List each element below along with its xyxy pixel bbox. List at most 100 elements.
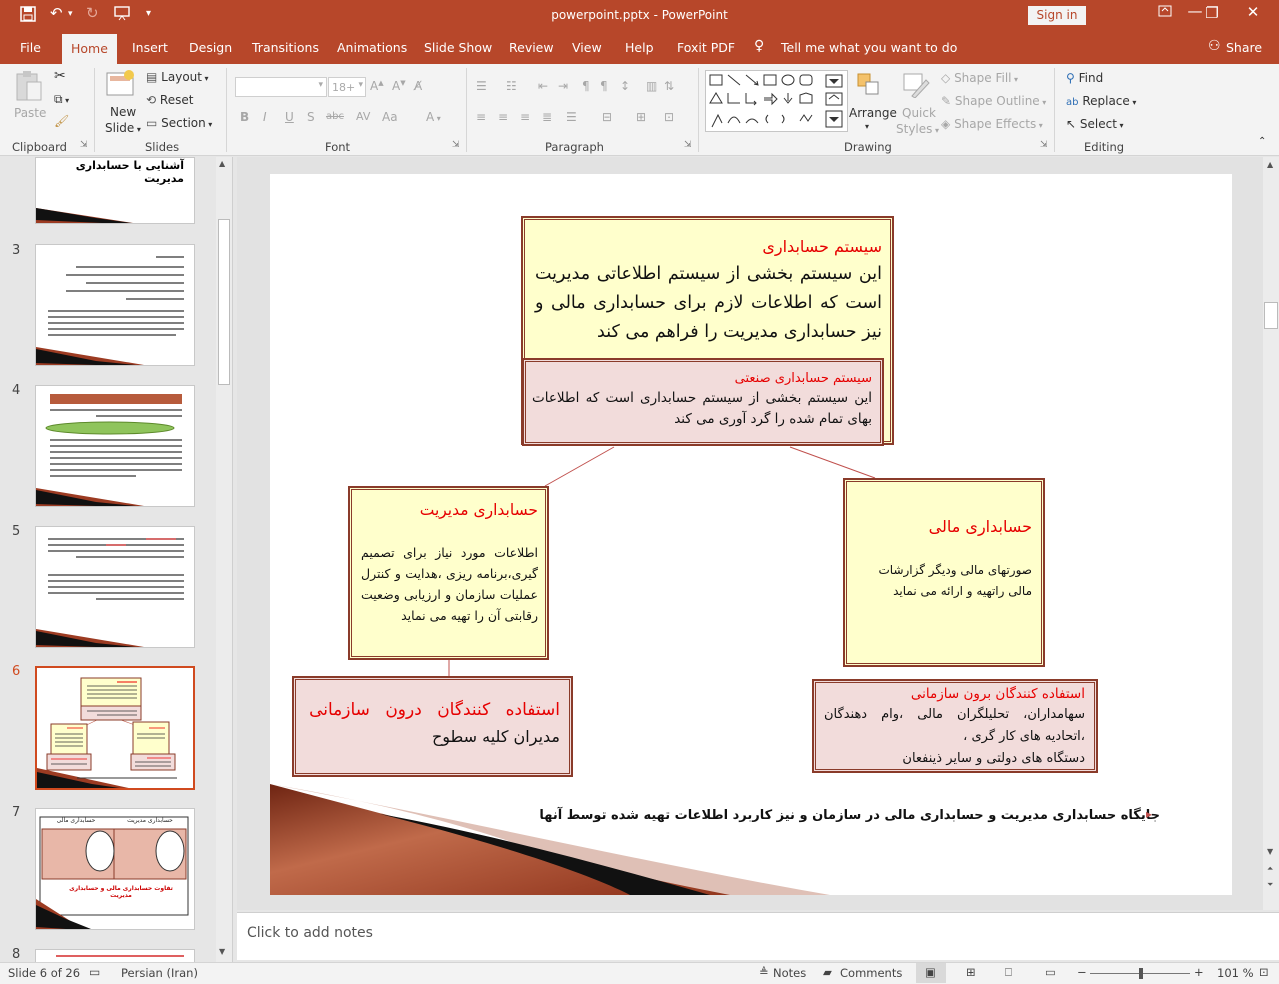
share-person-icon[interactable]: ⚇ xyxy=(1208,38,1221,54)
share-button[interactable]: Share xyxy=(1226,40,1262,55)
thumbnail-slide-5[interactable] xyxy=(35,526,195,648)
zoom-slider-handle[interactable] xyxy=(1139,968,1143,979)
tab-animations[interactable]: Animations xyxy=(337,40,407,55)
tab-review[interactable]: Review xyxy=(509,40,554,55)
convert-smartart-icon[interactable]: ⊡ xyxy=(664,110,674,124)
text-direction-icon[interactable]: ⇅ xyxy=(664,79,674,93)
thumbnail-slide-2[interactable]: آشنایی با حسابداری مدیریت xyxy=(35,157,195,224)
align-text-icon[interactable]: ⊟ xyxy=(602,110,612,124)
layout-button[interactable]: ▤ Layout ▾ xyxy=(146,70,209,84)
tab-slide-show[interactable]: Slide Show xyxy=(424,40,492,55)
slide-scrollbar[interactable]: ▲ ▼ ⏶ ⏷ xyxy=(1263,157,1279,910)
shape-outline-button[interactable]: ✎ Shape Outline ▾ xyxy=(941,94,1046,108)
align-center-icon[interactable]: ≡ xyxy=(498,110,508,124)
new-slide-icon[interactable] xyxy=(105,69,137,102)
slideshow-view-icon[interactable]: ▭ xyxy=(1045,965,1056,979)
slide-sorter-icon[interactable]: ⊞ xyxy=(966,965,976,979)
quick-styles-icon[interactable] xyxy=(902,72,930,101)
cut-icon[interactable]: ✂ xyxy=(54,68,66,84)
ribbon-display-options-icon[interactable] xyxy=(1150,4,1180,22)
scroll-down-icon[interactable]: ▼ xyxy=(1267,847,1273,856)
arrange-button[interactable]: Arrange xyxy=(849,106,897,120)
notes-toggle-icon[interactable]: ≜ xyxy=(759,965,769,979)
language-indicator[interactable]: Persian (Iran) xyxy=(121,966,198,980)
comments-button[interactable]: Comments xyxy=(840,966,902,980)
format-painter-icon[interactable]: 🖌 xyxy=(54,114,69,128)
numbering-icon[interactable]: ☷ xyxy=(506,79,517,93)
thumbnail-scrollbar[interactable]: ▲ ▼ xyxy=(216,157,232,962)
paste-icon[interactable] xyxy=(14,70,44,107)
arrange-icon[interactable] xyxy=(856,72,882,101)
line-spacing-icon[interactable]: ↕ xyxy=(620,79,630,93)
italic-icon[interactable]: I xyxy=(263,110,267,124)
new-slide-label-1[interactable]: New xyxy=(110,105,136,119)
distributed-icon[interactable]: ☰ xyxy=(566,110,577,124)
font-color-icon[interactable]: A ▾ xyxy=(426,110,441,124)
slide-caption[interactable]: جایگاه حسابداری مدیریت و حسابداری مالی د… xyxy=(539,808,1160,823)
paste-button[interactable]: Paste xyxy=(14,106,46,120)
decrease-font-icon[interactable]: A▼ xyxy=(392,79,406,93)
find-button[interactable]: ⚲ Find xyxy=(1066,71,1103,85)
previous-slide-icon[interactable]: ⏶ xyxy=(1267,864,1273,874)
thumbnail-slide-3[interactable] xyxy=(35,244,195,366)
tab-help[interactable]: Help xyxy=(625,40,654,55)
strikethrough-icon[interactable]: abc xyxy=(326,111,344,122)
tab-transitions[interactable]: Transitions xyxy=(252,40,319,55)
comments-icon[interactable]: ▰ xyxy=(823,965,832,979)
quick-styles-label-1[interactable]: Quick xyxy=(902,106,936,120)
align-left-icon[interactable]: ≡ xyxy=(476,110,486,124)
reset-button[interactable]: ⟲ Reset xyxy=(146,93,193,107)
smartart-icon[interactable]: ⊞ xyxy=(636,110,646,124)
columns-icon[interactable]: ▥ xyxy=(646,79,657,93)
shape-effects-button[interactable]: ◈ Shape Effects ▾ xyxy=(941,117,1043,131)
scroll-down-icon[interactable]: ▼ xyxy=(219,947,225,956)
increase-font-icon[interactable]: A▲ xyxy=(370,79,384,93)
select-button[interactable]: ↖ Select ▾ xyxy=(1066,117,1123,131)
font-launcher-icon[interactable]: ⇲ xyxy=(452,140,460,150)
clear-formatting-icon[interactable]: A̸ xyxy=(414,79,422,93)
zoom-in-icon[interactable]: + xyxy=(1194,965,1204,979)
clipboard-launcher-icon[interactable]: ⇲ xyxy=(80,140,88,150)
zoom-out-icon[interactable]: − xyxy=(1077,965,1087,979)
new-slide-label-2[interactable]: Slide ▾ xyxy=(105,121,141,135)
quick-styles-label-2[interactable]: Styles ▾ xyxy=(896,122,939,136)
section-button[interactable]: ▭ Section ▾ xyxy=(146,116,212,130)
thumbnail-slide-8[interactable] xyxy=(35,949,195,962)
character-spacing-icon[interactable]: AV xyxy=(356,110,370,123)
align-right-icon[interactable]: ≡ xyxy=(520,110,530,124)
ltr-icon[interactable]: ¶ xyxy=(582,79,590,93)
slide-canvas[interactable]: سیستم حسابداری این سیستم بخشی از سیستم ا… xyxy=(270,174,1232,895)
replace-button[interactable]: ab Replace ▾ xyxy=(1066,94,1136,108)
justify-icon[interactable]: ≣ xyxy=(542,110,552,124)
paragraph-launcher-icon[interactable]: ⇲ xyxy=(684,140,692,150)
tab-foxit-pdf[interactable]: Foxit PDF xyxy=(677,40,735,55)
notes-pane[interactable]: Click to add notes xyxy=(237,912,1279,960)
notes-button[interactable]: Notes xyxy=(773,966,806,980)
sign-in-button[interactable]: Sign in xyxy=(1028,6,1086,25)
tab-view[interactable]: View xyxy=(572,40,602,55)
drawing-launcher-icon[interactable]: ⇲ xyxy=(1040,140,1048,150)
font-family-combo[interactable]: ▾ xyxy=(235,77,327,97)
bold-icon[interactable]: B xyxy=(240,110,249,124)
normal-view-icon[interactable]: ▣ xyxy=(925,965,936,979)
bullets-icon[interactable]: ☰ xyxy=(476,79,487,93)
scroll-up-icon[interactable]: ▲ xyxy=(1267,160,1273,169)
tab-insert[interactable]: Insert xyxy=(132,40,168,55)
change-case-icon[interactable]: Aa xyxy=(382,110,398,124)
tab-design[interactable]: Design xyxy=(189,40,232,55)
close-icon[interactable]: ✕ xyxy=(1238,3,1268,21)
collapse-ribbon-icon[interactable]: ⌃ xyxy=(1258,136,1266,147)
underline-icon[interactable]: U xyxy=(285,110,294,124)
tab-home[interactable]: Home xyxy=(62,34,117,64)
shape-fill-button[interactable]: ◇ Shape Fill ▾ xyxy=(941,71,1018,85)
decrease-indent-icon[interactable]: ⇤ xyxy=(538,79,548,93)
thumbnail-slide-4[interactable] xyxy=(35,385,195,507)
thumbnail-slide-7[interactable]: حسابداری مدیریت حسابداری مالی تفاوت حساب… xyxy=(35,808,195,930)
rtl-icon[interactable]: ¶ xyxy=(600,79,608,93)
tell-me-search[interactable]: Tell me what you want to do xyxy=(781,40,957,55)
reading-view-icon[interactable]: ⎕ xyxy=(1005,965,1012,980)
next-slide-icon[interactable]: ⏷ xyxy=(1267,880,1273,890)
increase-indent-icon[interactable]: ⇥ xyxy=(558,79,568,93)
scrollbar-thumb[interactable] xyxy=(218,219,230,385)
restore-icon[interactable]: ❐ xyxy=(1197,4,1227,22)
